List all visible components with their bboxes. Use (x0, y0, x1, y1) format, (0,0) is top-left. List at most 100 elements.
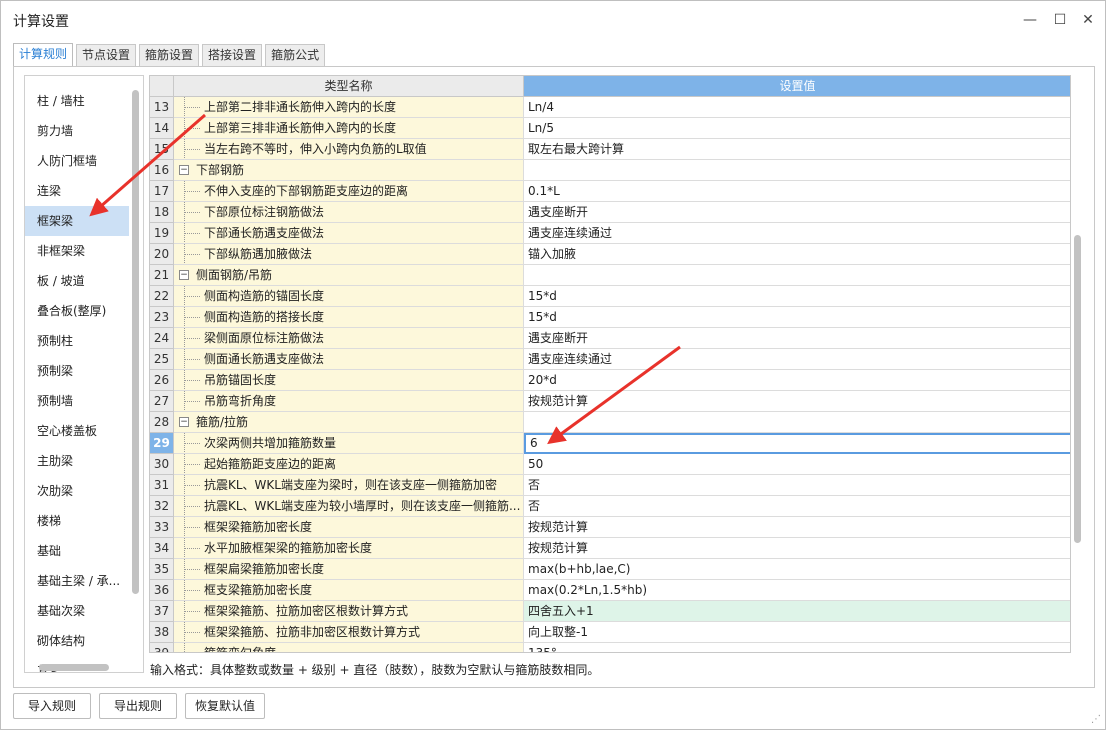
sidebar-item[interactable]: 连梁 (25, 176, 129, 206)
setting-value-cell[interactable] (524, 265, 1070, 286)
table-row[interactable]: 16− 下部钢筋 (150, 160, 1070, 181)
setting-value-cell[interactable]: 按规范计算 (524, 538, 1070, 559)
sidebar-item[interactable]: 预制柱 (25, 326, 129, 356)
setting-value-cell[interactable]: 取左右最大跨计算 (524, 139, 1070, 160)
collapse-icon[interactable]: − (179, 270, 189, 280)
sidebar-item[interactable]: 基础次梁 (25, 596, 129, 626)
tab-node-settings[interactable]: 节点设置 (76, 44, 137, 66)
setting-value-cell[interactable]: 四舍五入+1 (524, 601, 1070, 622)
table-row[interactable]: 28− 箍筋/拉筋 (150, 412, 1070, 433)
component-list-vscroll[interactable] (132, 90, 139, 594)
header-setting-value[interactable]: 设置值 (524, 76, 1070, 97)
setting-value-cell[interactable]: max(b+hb,lae,C) (524, 559, 1070, 580)
component-list[interactable]: 其它砌体结构基础次梁基础主梁 / 承...基础楼梯次肋梁主肋梁空心楼盖板预制墙预… (24, 75, 144, 673)
sidebar-item[interactable]: 预制梁 (25, 356, 129, 386)
table-row[interactable]: 24 梁侧面原位标注筋做法 遇支座断开 (150, 328, 1070, 349)
sidebar-item[interactable]: 人防门框墙 (25, 146, 129, 176)
table-row[interactable]: 36 框支梁箍筋加密长度 max(0.2*Ln,1.5*hb) (150, 580, 1070, 601)
minimize-icon[interactable]: — (1019, 9, 1041, 31)
type-name-text: 上部第三排非通长筋伸入跨内的长度 (204, 121, 397, 135)
table-row[interactable]: 22 侧面构造筋的锚固长度 15*d (150, 286, 1070, 307)
setting-value-cell[interactable]: Ln/4 (524, 97, 1070, 118)
sidebar-item[interactable]: 预制墙 (25, 386, 129, 416)
type-name-cell: 箍筋弯勾角度 (174, 643, 524, 652)
group-name-cell: − 箍筋/拉筋 (174, 412, 524, 433)
sidebar-item[interactable]: 空心楼盖板 (25, 416, 129, 446)
grid-vscroll[interactable] (1074, 235, 1081, 543)
row-number: 15 (150, 139, 174, 160)
setting-value-cell[interactable]: 20*d (524, 370, 1070, 391)
table-row[interactable]: 30 起始箍筋距支座边的距离 50 (150, 454, 1070, 475)
sidebar-item[interactable]: 主肋梁 (25, 446, 129, 476)
setting-value-cell[interactable]: 50 (524, 454, 1070, 475)
setting-value-cell[interactable]: 遇支座连续通过 (524, 223, 1070, 244)
setting-value-cell[interactable]: 135° (524, 643, 1070, 652)
setting-value-input[interactable]: 6 (524, 433, 1070, 454)
table-row[interactable]: 26 吊筋锚固长度 20*d (150, 370, 1070, 391)
table-row[interactable]: 29 次梁两侧共增加箍筋数量 6 (150, 433, 1070, 454)
restore-defaults-button[interactable]: 恢复默认值 (185, 693, 265, 719)
component-list-hscroll[interactable] (39, 664, 109, 671)
sidebar-item[interactable]: 基础 (25, 536, 129, 566)
table-row[interactable]: 23 侧面构造筋的搭接长度 15*d (150, 307, 1070, 328)
header-type-name[interactable]: 类型名称 (174, 76, 524, 97)
sidebar-item[interactable]: 楼梯 (25, 506, 129, 536)
table-row[interactable]: 20 下部纵筋遇加腋做法 锚入加腋 (150, 244, 1070, 265)
tab-stirrup-formula[interactable]: 箍筋公式 (265, 44, 326, 66)
tab-lap-settings[interactable]: 搭接设置 (202, 44, 263, 66)
table-row[interactable]: 18 下部原位标注钢筋做法 遇支座断开 (150, 202, 1070, 223)
table-row[interactable]: 34 水平加腋框架梁的箍筋加密长度 按规范计算 (150, 538, 1070, 559)
setting-value-cell[interactable]: 遇支座断开 (524, 202, 1070, 223)
collapse-icon[interactable]: − (179, 417, 189, 427)
sidebar-item[interactable]: 框架梁 (25, 206, 129, 236)
setting-value-cell[interactable]: 向上取整-1 (524, 622, 1070, 643)
resize-grip-icon[interactable]: ⋰ (1091, 714, 1101, 725)
setting-value-cell[interactable] (524, 412, 1070, 433)
setting-value-cell[interactable]: 锚入加腋 (524, 244, 1070, 265)
tab-stirrup-settings[interactable]: 箍筋设置 (139, 44, 200, 66)
table-row[interactable]: 15 当左右跨不等时，伸入小跨内负筋的L取值 取左右最大跨计算 (150, 139, 1070, 160)
table-row[interactable]: 14 上部第三排非通长筋伸入跨内的长度 Ln/5 (150, 118, 1070, 139)
sidebar-item[interactable]: 柱 / 墙柱 (25, 86, 129, 116)
sidebar-item[interactable]: 非框架梁 (25, 236, 129, 266)
title-bar[interactable]: 计算设置 — ☐ ✕ (1, 1, 1105, 39)
table-row[interactable]: 39 箍筋弯勾角度 135° (150, 643, 1070, 652)
sidebar-item[interactable]: 基础主梁 / 承... (25, 566, 129, 596)
setting-value-cell[interactable]: 15*d (524, 286, 1070, 307)
setting-value-cell[interactable]: 遇支座断开 (524, 328, 1070, 349)
sidebar-item[interactable]: 剪力墙 (25, 116, 129, 146)
setting-value-cell[interactable] (524, 160, 1070, 181)
table-row[interactable]: 13 上部第二排非通长筋伸入跨内的长度 Ln/4 (150, 97, 1070, 118)
maximize-icon[interactable]: ☐ (1049, 9, 1071, 31)
table-row[interactable]: 17 不伸入支座的下部钢筋距支座边的距离 0.1*L (150, 181, 1070, 202)
table-row[interactable]: 27 吊筋弯折角度 按规范计算 (150, 391, 1070, 412)
setting-value-cell[interactable]: 0.1*L (524, 181, 1070, 202)
setting-value-cell[interactable]: 按规范计算 (524, 391, 1070, 412)
table-row[interactable]: 25 侧面通长筋遇支座做法 遇支座连续通过 (150, 349, 1070, 370)
table-row[interactable]: 19 下部通长筋遇支座做法 遇支座连续通过 (150, 223, 1070, 244)
setting-value-cell[interactable]: 按规范计算 (524, 517, 1070, 538)
export-rules-button[interactable]: 导出规则 (99, 693, 177, 719)
table-row[interactable]: 31 抗震KL、WKL端支座为梁时，则在该支座一侧箍筋加密 否 (150, 475, 1070, 496)
tab-calc-rules[interactable]: 计算规则 (13, 43, 74, 67)
import-rules-button[interactable]: 导入规则 (13, 693, 91, 719)
sidebar-item[interactable]: 次肋梁 (25, 476, 129, 506)
setting-value-cell[interactable]: 15*d (524, 307, 1070, 328)
table-row[interactable]: 21− 侧面钢筋/吊筋 (150, 265, 1070, 286)
table-row[interactable]: 32 抗震KL、WKL端支座为较小墙厚时，则在该支座一侧箍筋... 否 (150, 496, 1070, 517)
setting-value-cell[interactable]: 否 (524, 496, 1070, 517)
collapse-icon[interactable]: − (179, 165, 189, 175)
row-number: 36 (150, 580, 174, 601)
table-row[interactable]: 35 框架扁梁箍筋加密长度 max(b+hb,lae,C) (150, 559, 1070, 580)
table-row[interactable]: 37 框架梁箍筋、拉筋加密区根数计算方式 四舍五入+1 (150, 601, 1070, 622)
setting-value-cell[interactable]: max(0.2*Ln,1.5*hb) (524, 580, 1070, 601)
setting-value-cell[interactable]: Ln/5 (524, 118, 1070, 139)
table-row[interactable]: 33 框架梁箍筋加密长度 按规范计算 (150, 517, 1070, 538)
close-icon[interactable]: ✕ (1077, 9, 1099, 31)
setting-value-cell[interactable]: 否 (524, 475, 1070, 496)
sidebar-item[interactable]: 叠合板(整厚) (25, 296, 129, 326)
table-row[interactable]: 38 框架梁箍筋、拉筋非加密区根数计算方式 向上取整-1 (150, 622, 1070, 643)
sidebar-item[interactable]: 板 / 坡道 (25, 266, 129, 296)
setting-value-cell[interactable]: 遇支座连续通过 (524, 349, 1070, 370)
sidebar-item[interactable]: 砌体结构 (25, 626, 129, 656)
